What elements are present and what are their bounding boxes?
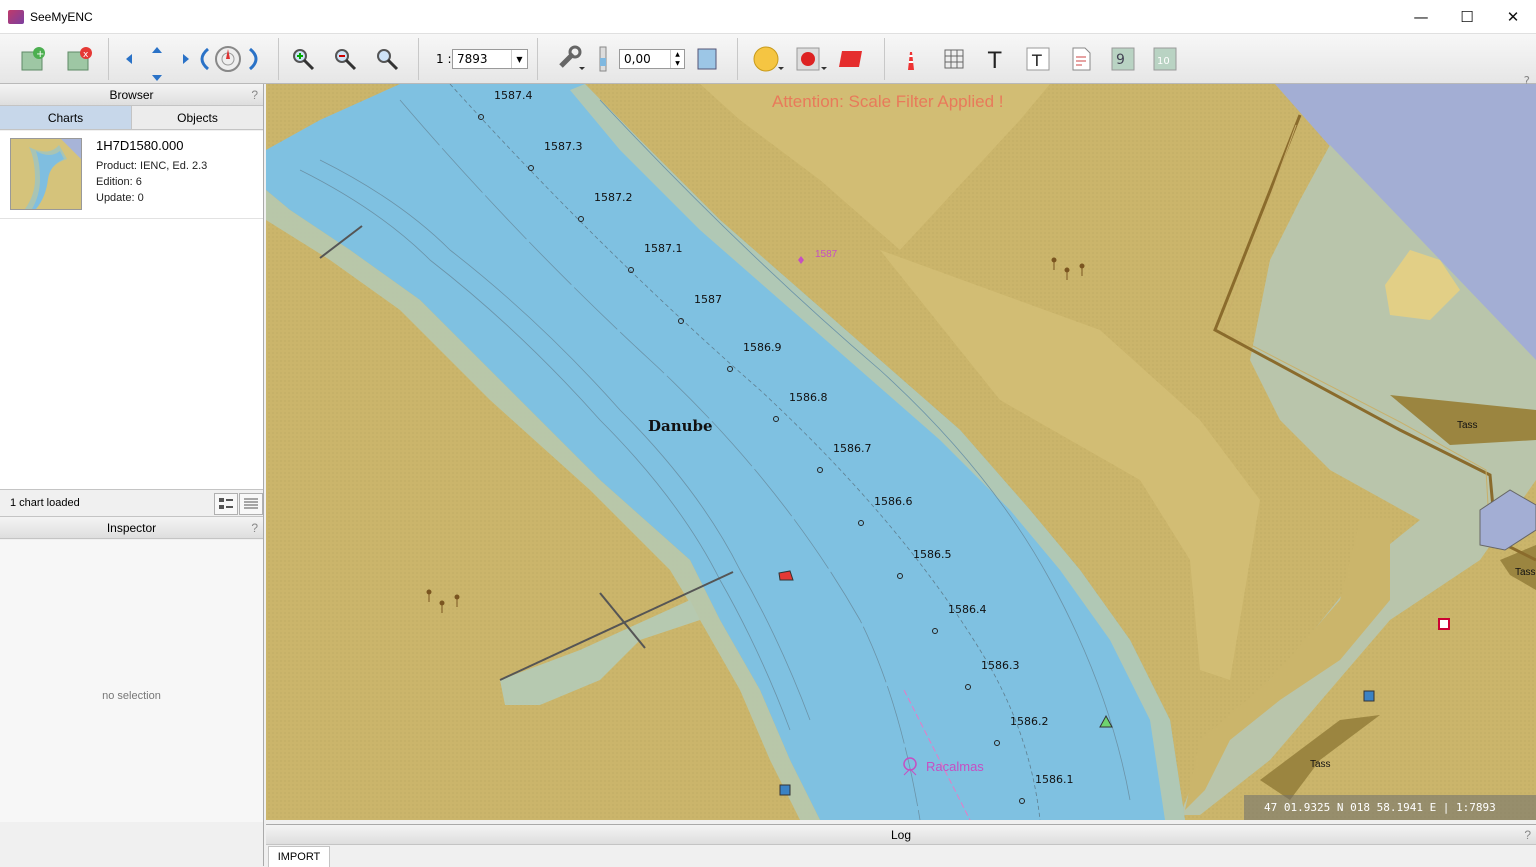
beacon-point-icon <box>1438 618 1450 630</box>
tass-label: Tass <box>1310 759 1331 770</box>
offset-spinbox[interactable]: 0,00 ▲ ▼ <box>619 49 685 69</box>
window-title: SeeMyENC <box>30 10 93 24</box>
lighthouse-icon[interactable] <box>894 42 928 76</box>
hm-label: 1587 <box>815 249 838 260</box>
safety-depth-icon[interactable] <box>586 42 620 76</box>
app-icon <box>8 10 24 24</box>
list-item[interactable]: 1H7D1580.000 Product: IENC, Ed. 2.3 Edit… <box>0 131 263 219</box>
chart-product: Product: IENC, Ed. 2.3 <box>96 160 208 172</box>
svg-text:10: 10 <box>1157 56 1170 67</box>
buoy-red-icon <box>778 570 794 581</box>
scale-filter-warning: Attention: Scale Filter Applied ! <box>772 92 1004 111</box>
help-icon[interactable]: ? <box>251 84 258 106</box>
minimize-button[interactable]: — <box>1398 0 1444 34</box>
svg-text:9: 9 <box>1116 52 1125 68</box>
chart-thumbnail <box>10 138 82 210</box>
svg-text:x: x <box>83 50 89 60</box>
tab-objects[interactable]: Objects <box>131 106 263 129</box>
km-marker-label: 1586.7 <box>833 442 872 455</box>
browser-tabs: Charts Objects <box>0 106 263 130</box>
tab-charts[interactable]: Charts <box>0 106 131 129</box>
charts-list: 1H7D1580.000 Product: IENC, Ed. 2.3 Edit… <box>0 131 263 490</box>
text-large-icon[interactable]: T <box>979 42 1013 76</box>
river-label: Danube <box>648 417 713 435</box>
text-small-icon[interactable]: T <box>1021 42 1055 76</box>
km-marker-label: 1587.3 <box>544 140 583 153</box>
depth-soundings-icon[interactable]: 9 <box>1106 42 1140 76</box>
scale-value: 7893 <box>457 52 488 66</box>
chart-update: Update: 0 <box>96 192 144 204</box>
contour-label-icon[interactable]: 10 <box>1148 42 1182 76</box>
chart-edition: Edition: 6 <box>96 176 142 188</box>
main-toolbar: + x 1 : T T 9 10 ? <box>0 34 1536 88</box>
no-selection-text: no selection <box>102 690 161 702</box>
km-marker-label: 1587 <box>694 293 722 306</box>
offset-value: 0,00 <box>624 52 651 66</box>
km-marker-label: 1586.6 <box>874 495 913 508</box>
beacon-square-icon <box>779 784 791 796</box>
km-marker-label: 1586.3 <box>981 659 1020 672</box>
chart-map-view[interactable]: 1587.4 1587.3 1587.2 1587.1 1587 1586.9 1586.8… <box>266 84 1536 820</box>
zoom-fit-icon[interactable] <box>370 42 404 76</box>
add-chart-icon[interactable]: + <box>16 42 50 76</box>
place-label: Racalmas <box>926 759 984 774</box>
charts-loaded-text: 1 chart loaded <box>10 497 80 509</box>
km-marker-label: 1586.9 <box>743 341 782 354</box>
chart-name: 1H7D1580.000 <box>96 138 184 153</box>
help-icon[interactable]: ? <box>1524 825 1531 845</box>
svg-text:T: T <box>987 49 1002 74</box>
help-icon[interactable]: ? <box>251 517 258 539</box>
scale-input[interactable]: 7893 ▼ <box>452 49 528 69</box>
maximize-button[interactable]: ☐ <box>1444 0 1490 34</box>
km-marker-label: 1586.8 <box>789 391 828 404</box>
beacon-square-icon <box>1363 690 1375 702</box>
document-icon[interactable] <box>1064 42 1098 76</box>
rotate-right-icon[interactable] <box>238 42 272 76</box>
inspector-body: no selection <box>0 540 263 822</box>
close-button[interactable]: ✕ <box>1490 0 1536 34</box>
km-marker-label: 1586.1 <box>1035 773 1074 786</box>
tab-import[interactable]: IMPORT <box>268 846 330 867</box>
list-view-icon[interactable] <box>239 493 263 515</box>
coordinate-readout: 47 01.9325 N 018 58.1941 E | 1:7893 <box>1244 795 1536 820</box>
browser-title: Browser <box>109 88 154 102</box>
km-marker-label: 1587.2 <box>594 191 633 204</box>
tass-label: Tass <box>1515 567 1536 578</box>
remove-chart-icon[interactable]: x <box>62 42 96 76</box>
svg-text:T: T <box>1031 51 1042 70</box>
scale-prefix: 1 : <box>436 52 452 66</box>
browser-header: Browser ? <box>0 84 263 106</box>
inspector-panel: Inspector ? <box>0 517 263 539</box>
svg-text:+: + <box>36 49 44 60</box>
inspector-header: Inspector ? <box>0 517 263 539</box>
grid-icon[interactable] <box>937 42 971 76</box>
km-marker-label: 1586.2 <box>1010 715 1049 728</box>
title-bar: SeeMyENC — ☐ ✕ <box>0 0 1536 34</box>
km-marker-label: 1586.5 <box>913 548 952 561</box>
record-icon[interactable] <box>793 42 827 76</box>
log-panel: Log ? IMPORT <box>266 824 1536 867</box>
day-mode-icon[interactable] <box>750 42 784 76</box>
area-fill-icon[interactable] <box>834 42 868 76</box>
km-marker-label: 1586.4 <box>948 603 987 616</box>
zoom-in-icon[interactable] <box>286 42 320 76</box>
tass-label: Tass <box>1457 420 1478 431</box>
chart-layer-icon[interactable] <box>690 42 724 76</box>
spin-arrows-icon[interactable]: ▲ ▼ <box>670 50 684 68</box>
zoom-out-icon[interactable] <box>328 42 362 76</box>
km-marker-label: 1587.4 <box>494 89 533 102</box>
detail-view-icon[interactable] <box>214 493 238 515</box>
settings-wrench-icon[interactable] <box>553 42 587 76</box>
inspector-title: Inspector <box>106 521 157 535</box>
enc-chart-canvas[interactable]: 1587.4 1587.3 1587.2 1587.1 1587 1586.9 1586.8… <box>266 84 1536 820</box>
log-title: Log <box>890 828 912 842</box>
browser-status: 1 chart loaded <box>0 491 263 517</box>
chevron-down-icon[interactable]: ▼ <box>511 50 527 68</box>
log-header: Log ? <box>266 825 1536 845</box>
km-marker-label: 1587.1 <box>644 242 683 255</box>
